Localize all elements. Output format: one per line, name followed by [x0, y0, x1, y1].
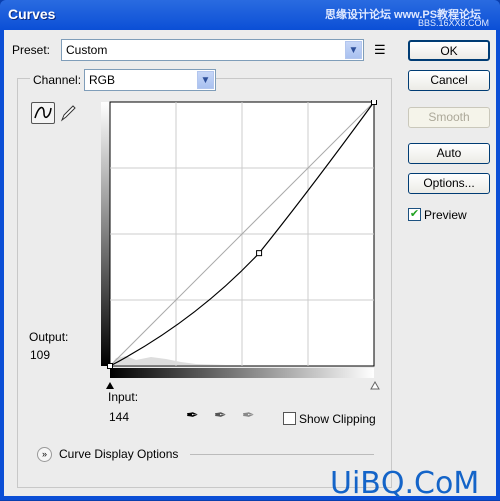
pencil-icon[interactable] — [59, 103, 77, 123]
chevron-down-icon[interactable]: ▼ — [197, 71, 214, 89]
curve-point[interactable] — [256, 250, 263, 257]
white-eyedropper-icon[interactable]: ✒ — [242, 406, 255, 424]
curve-graph[interactable] — [96, 100, 386, 420]
curve-display-options-toggle[interactable]: Curve Display Options — [59, 447, 178, 461]
show-clipping-label: Show Clipping — [299, 412, 376, 426]
preview-checkbox[interactable]: ✔ — [408, 208, 421, 221]
auto-button[interactable]: Auto — [408, 143, 490, 164]
watermark: BBS.16XX8.COM — [418, 18, 490, 28]
channel-select[interactable]: RGB ▼ — [84, 69, 216, 91]
chevron-down-icon[interactable]: ▼ — [345, 41, 362, 59]
expand-icon[interactable]: » — [37, 447, 52, 462]
white-point-slider[interactable] — [370, 380, 380, 390]
gray-eyedropper-icon[interactable]: ✒ — [214, 406, 227, 424]
channel-value: RGB — [89, 73, 116, 87]
smooth-button[interactable]: Smooth — [408, 107, 490, 128]
input-value[interactable]: 144 — [109, 410, 129, 424]
curve-point[interactable] — [371, 100, 377, 105]
curves-dialog: Curves 思缘设计论坛 www.PS教程论坛 BBS.16XX8.COM P… — [0, 0, 500, 501]
curve-tool-button[interactable] — [31, 102, 55, 124]
input-label: Input: — [108, 390, 139, 404]
show-clipping-checkbox[interactable] — [283, 412, 296, 425]
window-title: Curves — [8, 6, 56, 22]
black-eyedropper-icon[interactable]: ✒ — [186, 406, 199, 424]
preset-value: Custom — [66, 43, 108, 57]
output-value[interactable]: 109 — [30, 348, 50, 362]
options-button[interactable]: Options... — [408, 173, 490, 194]
input-gradient — [110, 368, 374, 378]
curve-icon — [34, 106, 52, 119]
preview-label: Preview — [424, 208, 467, 222]
ok-button[interactable]: OK — [408, 40, 490, 61]
preset-options-icon[interactable]: ☰ — [374, 42, 386, 58]
preset-label: Preset: — [12, 43, 51, 57]
output-gradient — [101, 102, 110, 366]
divider — [190, 454, 374, 455]
cancel-button[interactable]: Cancel — [408, 70, 490, 91]
preset-select[interactable]: Custom ▼ — [61, 39, 364, 61]
curve-point[interactable] — [107, 363, 113, 369]
output-label: Output: — [29, 330, 69, 344]
black-point-slider[interactable] — [106, 382, 114, 389]
channel-label: Channel: — [30, 73, 85, 87]
watermark-logo: UiBQ.CoM — [330, 466, 480, 501]
